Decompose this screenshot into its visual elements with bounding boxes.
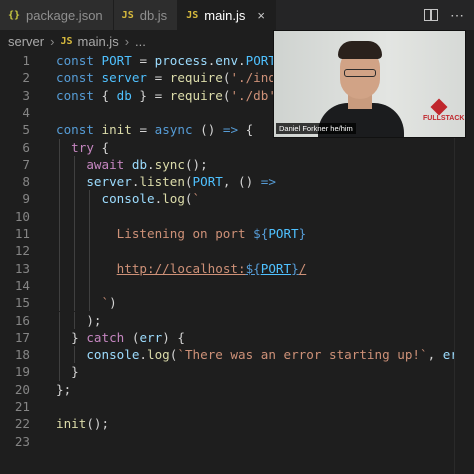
fullstack-logo-text: FULLSTACK (423, 115, 465, 122)
line-number: 16 (14, 312, 30, 328)
code-text: http://localhost:${PORT}/ (116, 260, 307, 276)
code-text: server.listen(PORT, () => (86, 174, 276, 190)
tab-bar-spacer (276, 0, 424, 30)
code-text: await db.sync(); (86, 156, 208, 172)
more-actions-icon[interactable]: ⋯ (450, 7, 464, 24)
breadcrumb-more[interactable]: ... (135, 34, 146, 49)
line-number: 5 (22, 122, 30, 138)
code-line[interactable]: 11 Listening on port ${PORT} (0, 225, 474, 243)
indent-guide (74, 242, 76, 260)
line-number: 22 (14, 416, 30, 432)
json-file-icon: {} (8, 9, 21, 21)
code-text: const { db } = require('./db'); (56, 87, 291, 103)
js-file-icon: JS (60, 35, 73, 47)
code-text: `) (56, 295, 117, 311)
line-number: 15 (14, 295, 30, 311)
code-line[interactable]: 21 (0, 398, 474, 415)
code-text: }; (56, 381, 72, 397)
presenter-hair (338, 41, 382, 59)
indent-guide (74, 207, 76, 225)
line-number: 1 (22, 53, 30, 68)
tab-label: db.js (139, 7, 168, 23)
line-number: 3 (22, 87, 30, 103)
indent-guide (59, 242, 60, 260)
tab-db-js[interactable]: JS db.js (113, 0, 179, 30)
line-number: 18 (14, 347, 30, 363)
code-text: console.log(` (101, 191, 201, 207)
code-line[interactable]: 19 } (0, 363, 474, 381)
line-number: 13 (14, 260, 30, 276)
code-line[interactable]: 22 init(); (0, 415, 474, 432)
indent-guide (59, 207, 60, 225)
code-text: const init = async () => { (56, 122, 254, 138)
fullstack-logo: FULLSTACK (423, 98, 464, 123)
indent-guide (89, 276, 91, 295)
tab-label: main.js (204, 7, 246, 23)
editor-tab-bar: {} package.json JS db.js JS main.js × ⋯ (0, 0, 474, 30)
fullstack-logo-mark (430, 98, 448, 116)
js-file-icon: JS (186, 9, 199, 21)
line-number: 2 (22, 70, 30, 86)
line-number: 12 (14, 243, 30, 259)
line-number: 11 (14, 226, 30, 241)
split-editor-icon[interactable] (424, 9, 438, 21)
code-line[interactable]: 7 await db.sync(); (0, 155, 474, 174)
code-line[interactable]: 15 `) (0, 294, 474, 312)
indent-guide (74, 276, 76, 295)
code-line[interactable]: 12 (0, 242, 474, 260)
line-number: 8 (22, 174, 30, 190)
code-line[interactable]: 13 http://localhost:${PORT}/ (0, 259, 474, 277)
line-number: 9 (22, 191, 30, 207)
code-line[interactable]: 10 (0, 207, 474, 225)
line-number: 20 (14, 381, 30, 397)
tab-label: package.json (26, 7, 103, 23)
breadcrumb-folder[interactable]: server (8, 34, 44, 49)
code-line[interactable]: 16 ); (0, 311, 474, 329)
webcam-overlay: FULLSTACK Daniel Forkner he/him (273, 30, 466, 138)
code-line[interactable]: 9 console.log(` (0, 190, 474, 208)
line-number: 21 (14, 399, 30, 414)
chevron-right-icon: › (50, 33, 55, 49)
tab-main-js[interactable]: JS main.js × (178, 0, 277, 30)
js-file-icon: JS (121, 9, 134, 21)
code-line[interactable]: 14 (0, 276, 474, 295)
editor-actions: ⋯ (424, 0, 474, 30)
code-text: Listening on port ${PORT} (56, 226, 307, 241)
line-number: 17 (14, 329, 30, 345)
line-number: 14 (14, 277, 30, 293)
line-number: 19 (14, 364, 30, 380)
line-number: 6 (22, 139, 30, 155)
breadcrumb-file[interactable]: main.js (78, 34, 119, 49)
chevron-right-icon: › (124, 33, 130, 49)
code-line[interactable]: 18 console.log(`There was an error start… (0, 346, 474, 364)
indent-guide (89, 207, 91, 225)
code-line[interactable]: 17 } catch (err) { (0, 328, 474, 347)
indent-guide (59, 276, 60, 295)
line-number: 10 (14, 208, 30, 224)
code-text: ); (56, 312, 102, 328)
code-line[interactable]: 23 (0, 433, 474, 450)
code-text: try { (71, 139, 110, 155)
code-line[interactable]: 20}; (0, 381, 474, 398)
tab-package-json[interactable]: {} package.json (0, 0, 114, 30)
presenter-glasses (344, 69, 376, 77)
line-number: 7 (22, 156, 30, 172)
code-text: } (56, 364, 79, 380)
close-icon[interactable]: × (257, 8, 265, 23)
line-number: 4 (22, 104, 30, 120)
code-text: } catch (err) { (56, 329, 185, 345)
webcam-caption: Daniel Forkner he/him (276, 123, 356, 134)
line-number: 23 (14, 433, 30, 449)
indent-guide (89, 242, 91, 260)
code-text: init(); (56, 416, 110, 432)
code-line[interactable]: 6 try { (0, 138, 474, 156)
code-text: console.log(`There was an error starting… (86, 347, 474, 363)
code-line[interactable]: 8 server.listen(PORT, () => (0, 173, 474, 191)
